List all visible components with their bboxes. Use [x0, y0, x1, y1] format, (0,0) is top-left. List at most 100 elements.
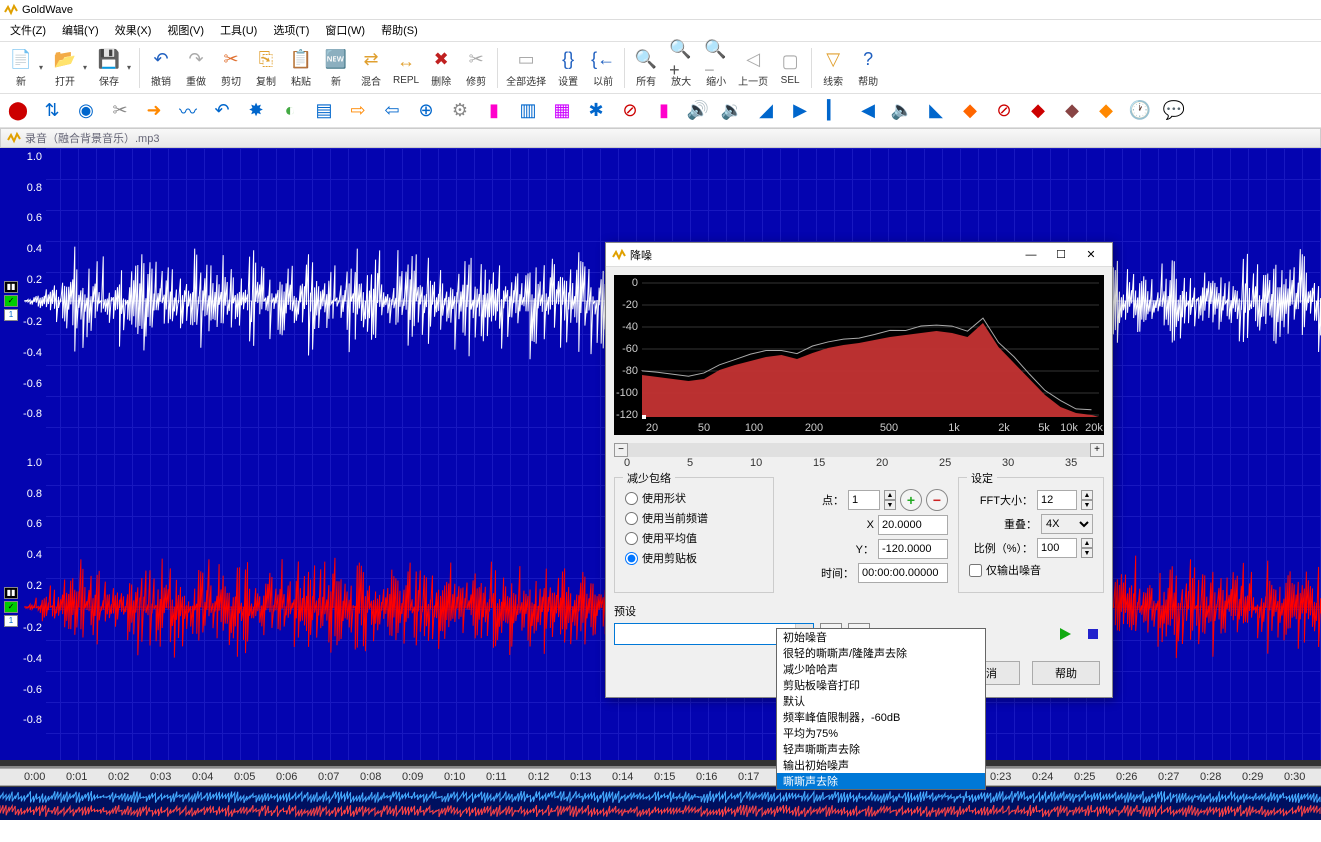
time-ruler[interactable]: 0:000:010:020:030:040:050:060:070:080:09…: [0, 768, 1321, 786]
effect-clock-icon[interactable]: 🕐: [1126, 97, 1154, 125]
preset-dropdown[interactable]: 初始噪音很轻的嘶嘶声/隆隆声去除减少哈哈声剪贴板噪音打印默认频率峰值限制器，-6…: [776, 628, 986, 790]
document-titlebar[interactable]: 录音（融合背景音乐）.mp3: [0, 128, 1321, 148]
effect-color-icon[interactable]: ▮: [480, 97, 508, 125]
envelope-radio-2[interactable]: [625, 532, 638, 545]
envelope-radio-0[interactable]: [625, 492, 638, 505]
effect-wave-icon[interactable]: 〰: [174, 97, 202, 125]
x-input[interactable]: [878, 515, 948, 535]
preview-play-button[interactable]: [1054, 623, 1076, 645]
effect-spin-icon[interactable]: ◉: [72, 97, 100, 125]
fft-input[interactable]: [1037, 490, 1077, 510]
preset-option-9[interactable]: 嘶嘶声去除: [777, 773, 985, 789]
effect-rec-icon[interactable]: ⊘: [616, 97, 644, 125]
effect-ramp-icon[interactable]: ◢: [752, 97, 780, 125]
toolbar-帮助[interactable]: ?帮助: [851, 44, 885, 92]
toolbar-新[interactable]: 🆕新: [319, 44, 353, 92]
preview-stop-button[interactable]: [1082, 623, 1104, 645]
effect-stretch-icon[interactable]: ⇅: [38, 97, 66, 125]
toolbar-全部选择[interactable]: ▭全部选择: [502, 44, 550, 92]
fft-up-button[interactable]: ▲: [1081, 490, 1093, 500]
point-down-button[interactable]: ▼: [884, 500, 896, 510]
dialog-min-button[interactable]: —: [1016, 245, 1046, 265]
effect-fade2-icon[interactable]: ◣: [922, 97, 950, 125]
scale-up-button[interactable]: ▲: [1081, 538, 1093, 548]
overview-bar[interactable]: [0, 786, 1321, 820]
toolbar-上一页[interactable]: ◁上一页: [734, 44, 772, 92]
effect-play-icon[interactable]: ▶: [786, 97, 814, 125]
preset-option-8[interactable]: 输出初始噪声: [777, 757, 985, 773]
effect-prev-icon[interactable]: ⇦: [378, 97, 406, 125]
effect-gear-icon[interactable]: ✸: [242, 97, 270, 125]
effect-mark2-icon[interactable]: ◀: [854, 97, 882, 125]
effect-d2-icon[interactable]: ◆: [1024, 97, 1052, 125]
marker-mute-icon[interactable]: ▮▮: [4, 281, 18, 293]
toolbar-复制[interactable]: ⎘复制: [249, 44, 283, 92]
marker-num-icon[interactable]: 1: [4, 309, 18, 321]
preset-option-3[interactable]: 剪贴板噪音打印: [777, 677, 985, 693]
menu-tool[interactable]: 工具(U): [212, 20, 265, 42]
fft-down-button[interactable]: ▼: [1081, 500, 1093, 510]
time-input[interactable]: [858, 563, 948, 583]
toolbar-线索[interactable]: ▽线索: [816, 44, 850, 92]
menu-edit[interactable]: 编辑(Y): [54, 20, 107, 42]
toolbar-REPL[interactable]: ↔REPL: [389, 44, 423, 92]
envelope-radio-3[interactable]: [625, 552, 638, 565]
menu-window[interactable]: 窗口(W): [317, 20, 373, 42]
spectrum-display[interactable]: 0-20-40-60-80-100-12020501002005001k2k5k…: [614, 275, 1104, 435]
effect-spark-icon[interactable]: ✱: [582, 97, 610, 125]
effect-mark1-icon[interactable]: ▎: [820, 97, 848, 125]
effect-grid-icon[interactable]: ▦: [548, 97, 576, 125]
preset-option-6[interactable]: 平均为75%: [777, 725, 985, 741]
effect-no-icon[interactable]: ⊘: [990, 97, 1018, 125]
toolbar-SEL[interactable]: ▢SEL: [773, 44, 807, 92]
effect-next-icon[interactable]: ⇨: [344, 97, 372, 125]
effect-cut-icon[interactable]: ✂: [106, 97, 134, 125]
toolbar-混合[interactable]: ⇄混合: [354, 44, 388, 92]
effect-d4-icon[interactable]: ◆: [1092, 97, 1120, 125]
toolbar-打开[interactable]: 📂打开: [48, 44, 82, 92]
effect-spk-icon[interactable]: 🔈: [888, 97, 916, 125]
effect-eq-icon[interactable]: ▤: [310, 97, 338, 125]
menu-option[interactable]: 选项(T): [265, 20, 317, 42]
toolbar-撤销[interactable]: ↶撤销: [144, 44, 178, 92]
toolbar-所有[interactable]: 🔍所有: [629, 44, 663, 92]
point-input[interactable]: [848, 490, 880, 510]
remove-point-button[interactable]: −: [926, 489, 948, 511]
menu-help[interactable]: 帮助(S): [373, 20, 426, 42]
menu-effect[interactable]: 效果(X): [107, 20, 160, 42]
menu-file[interactable]: 文件(Z): [2, 20, 54, 42]
dialog-close-button[interactable]: ✕: [1076, 245, 1106, 265]
preset-option-5[interactable]: 频率峰值限制器，-60dB: [777, 709, 985, 725]
effect-chat-icon[interactable]: 💬: [1160, 97, 1188, 125]
preset-option-4[interactable]: 默认: [777, 693, 985, 709]
menu-view[interactable]: 视图(V): [159, 20, 212, 42]
toolbar-保存[interactable]: 💾保存: [92, 44, 126, 92]
marker-num-icon[interactable]: 1: [4, 615, 18, 627]
zoom-out-button[interactable]: −: [614, 443, 628, 457]
preset-option-0[interactable]: 初始噪音: [777, 629, 985, 645]
effect-stop-icon[interactable]: ⬤: [4, 97, 32, 125]
envelope-radio-1[interactable]: [625, 512, 638, 525]
effect-fade-icon[interactable]: ◐: [276, 97, 304, 125]
toolbar-剪切[interactable]: ✂剪切: [214, 44, 248, 92]
toolbar-粘贴[interactable]: 📋粘贴: [284, 44, 318, 92]
toolbar-以前[interactable]: {←以前: [586, 44, 620, 92]
preset-option-7[interactable]: 轻声嘶嘶声去除: [777, 741, 985, 757]
marker-mute-icon[interactable]: ▮▮: [4, 587, 18, 599]
effect-d1-icon[interactable]: ◆: [956, 97, 984, 125]
marker-on-icon[interactable]: ✓: [4, 295, 18, 307]
y-input[interactable]: [878, 539, 948, 559]
toolbar-修剪[interactable]: ✂修剪: [459, 44, 493, 92]
point-up-button[interactable]: ▲: [884, 490, 896, 500]
overlap-select[interactable]: 4X: [1041, 514, 1093, 534]
noise-only-checkbox[interactable]: [969, 564, 982, 577]
effect-arrow-icon[interactable]: ➜: [140, 97, 168, 125]
effect-hue-icon[interactable]: ▮: [650, 97, 678, 125]
effect-sliders-icon[interactable]: ⚙: [446, 97, 474, 125]
preset-option-2[interactable]: 减少哈哈声: [777, 661, 985, 677]
toolbar-放大[interactable]: 🔍+放大: [664, 44, 698, 92]
dialog-max-button[interactable]: ☐: [1046, 245, 1076, 265]
toolbar-删除[interactable]: ✖删除: [424, 44, 458, 92]
toolbar-缩小[interactable]: 🔍−缩小: [699, 44, 733, 92]
toolbar-新[interactable]: 📄新: [4, 44, 38, 92]
